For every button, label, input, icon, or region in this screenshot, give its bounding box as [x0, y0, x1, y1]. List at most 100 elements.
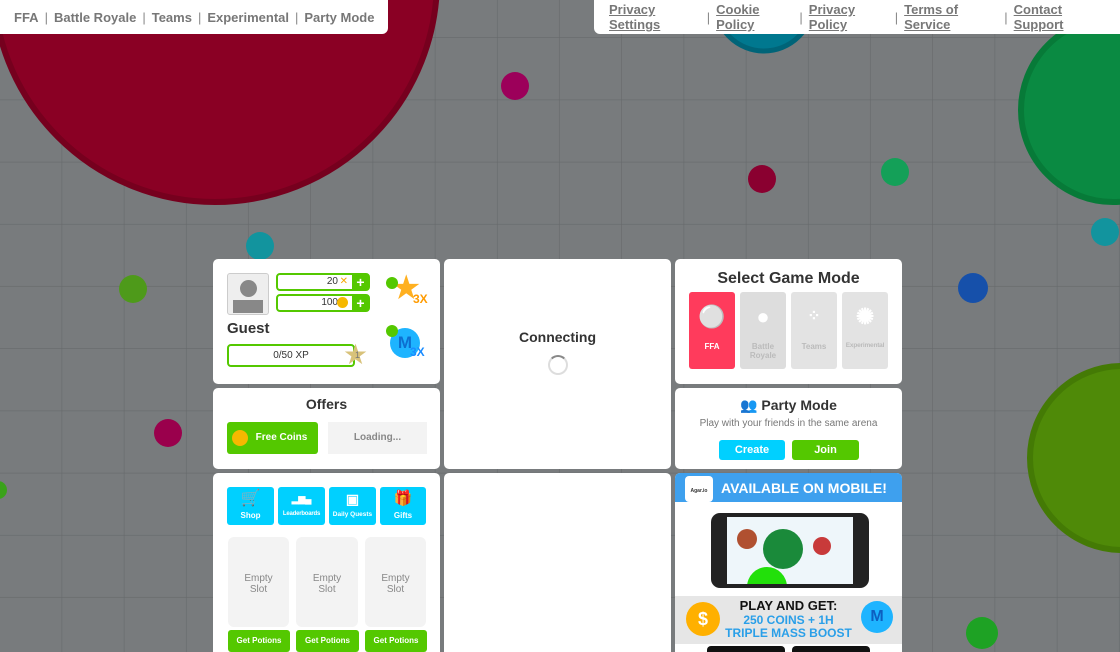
battle-royale-icon: ● [756, 304, 770, 329]
offer-loading: Loading... [328, 422, 427, 454]
food-pellet [154, 419, 182, 447]
separator: | [894, 9, 899, 25]
separator: | [142, 9, 146, 25]
dna-value: 20 [326, 276, 338, 287]
get-potions-button[interactable]: Get Potions [228, 630, 290, 652]
create-party-button[interactable]: Create [719, 440, 785, 460]
coin-icon [337, 297, 348, 308]
potion-slot[interactable]: Empty Slot [228, 537, 289, 627]
mode-label: Teams [801, 342, 827, 351]
coins-icon [232, 430, 248, 446]
footer-links: Privacy Settings | Cookie Policy | Privacy… [594, 0, 1120, 34]
mode-teams[interactable]: ⁘ Teams [791, 292, 837, 369]
app-store-button[interactable] [707, 646, 785, 652]
reward-line-2: TRIPLE MASS BOOST [725, 626, 852, 640]
teams-icon: ⁘ [807, 308, 821, 325]
nav-teams[interactable]: Teams [152, 10, 192, 25]
leaderboards-button[interactable]: ▂▆▄ Leaderboards [278, 487, 325, 525]
separator: | [295, 9, 299, 25]
food-pellet [881, 158, 909, 186]
contact-support-link[interactable]: Contact Support [1014, 2, 1106, 32]
experimental-icon: ✺ [855, 304, 875, 329]
nav-party-mode[interactable]: Party Mode [304, 10, 374, 25]
shop-button[interactable]: 🛒 Shop [227, 487, 274, 525]
separator: | [44, 9, 48, 25]
party-title: 👥 Party Mode [675, 397, 902, 414]
play-and-get: PLAY AND GET: [739, 598, 838, 613]
daily-quests-label: Daily Quests [332, 511, 373, 518]
separator: | [799, 9, 803, 25]
xp-bar: 0/50 XP [227, 344, 355, 367]
mobile-promo[interactable]: Agar.io AVAILABLE ON MOBILE! $ M PLAY AN… [675, 473, 902, 652]
boost-toggle-icon[interactable] [386, 325, 398, 337]
food-pellet [748, 165, 776, 193]
daily-quests-button[interactable]: ▣ Daily Quests [329, 487, 376, 525]
privacy-policy-link[interactable]: Privacy Policy [809, 2, 889, 32]
mass-boost-label: 3X [410, 345, 425, 359]
food-pellet [958, 273, 988, 303]
food-pellet [246, 232, 274, 260]
party-icon: 👥 [740, 397, 758, 413]
free-coins-label: Free Coins [255, 432, 308, 443]
get-potions-button[interactable]: Get Potions [296, 630, 359, 652]
add-coins-button[interactable]: + [352, 295, 369, 311]
reward-line-1: 250 COINS + 1H [743, 613, 834, 627]
food-pellet [119, 275, 147, 303]
mode-battle-royale[interactable]: ● Battle Royale [740, 292, 786, 369]
mode-experimental[interactable]: ✺ Experimental [842, 292, 888, 369]
gift-icon: 🎁 [393, 490, 413, 507]
food-pellet [501, 72, 529, 100]
party-panel: 👥 Party Mode Play with your friends in t… [675, 388, 902, 469]
dna-counter: 20 ✕ + [276, 273, 370, 291]
level-value: 1 [355, 350, 361, 360]
get-potions-button[interactable]: Get Potions [365, 630, 427, 652]
offers-title: Offers [305, 396, 348, 412]
google-play-button[interactable] [792, 646, 870, 652]
cart-icon: 🛒 [240, 490, 261, 507]
nav-ffa[interactable]: FFA [14, 10, 39, 25]
agario-logo: Agar.io [685, 476, 713, 502]
nav-battle-royale[interactable]: Battle Royale [54, 10, 136, 25]
party-title-text: Party Mode [761, 397, 837, 413]
coin-value: 100 [321, 297, 338, 308]
game-mode-title: Select Game Mode [717, 270, 860, 287]
separator: | [197, 9, 202, 25]
potion-slot[interactable]: Empty Slot [365, 537, 426, 627]
cookie-policy-link[interactable]: Cookie Policy [716, 2, 793, 32]
mode-label: Experimental [845, 342, 885, 349]
gifts-button[interactable]: 🎁 Gifts [380, 487, 426, 525]
avatar[interactable] [227, 273, 269, 315]
connection-panel: Connecting [444, 259, 671, 469]
boost-toggle-icon[interactable] [386, 277, 398, 289]
food-pellet [966, 617, 998, 649]
separator: | [1004, 9, 1008, 25]
join-party-button[interactable]: Join [792, 440, 859, 460]
privacy-settings-link[interactable]: Privacy Settings [609, 2, 701, 32]
xp-boost-label: 3X [413, 292, 428, 306]
shop-label: Shop [240, 511, 261, 520]
terms-link[interactable]: Terms of Service [904, 2, 998, 32]
nav-experimental[interactable]: Experimental [207, 10, 289, 25]
coin-counter: 100 + [276, 294, 370, 312]
promo-headline: AVAILABLE ON MOBILE! [721, 480, 887, 496]
game-mode-panel: Select Game Mode ⚪ FFA ● Battle Royale ⁘ Te… [675, 259, 902, 384]
free-coins-button[interactable]: Free Coins [227, 422, 318, 454]
ffa-icon: ⚪ [698, 304, 726, 329]
connecting-label: Connecting [519, 329, 596, 345]
offers-panel: Offers Free Coins Loading... [213, 388, 440, 469]
potion-slot[interactable]: Empty Slot [296, 537, 358, 627]
party-subtitle: Play with your friends in the same arena [699, 418, 878, 429]
food-pellet [1091, 218, 1119, 246]
promo-header: Agar.io AVAILABLE ON MOBILE! [675, 473, 902, 502]
profile-panel: 20 ✕ + 100 + Guest 0/50 XP ★ 1 ★ 3X M 3X [213, 259, 440, 384]
gifts-label: Gifts [393, 511, 413, 520]
mode-ffa[interactable]: ⚪ FFA [689, 292, 735, 369]
mode-label: FFA [704, 342, 720, 351]
ad-panel [444, 473, 671, 652]
add-dna-button[interactable]: + [352, 274, 369, 290]
podium-icon: ▂▆▄ [291, 494, 312, 504]
phone-image [711, 513, 869, 588]
separator: | [706, 9, 711, 25]
menu-panel: 🛒 Shop ▂▆▄ Leaderboards ▣ Daily Quests 🎁 Gif… [213, 473, 440, 652]
mode-label: Battle Royale [749, 342, 777, 360]
